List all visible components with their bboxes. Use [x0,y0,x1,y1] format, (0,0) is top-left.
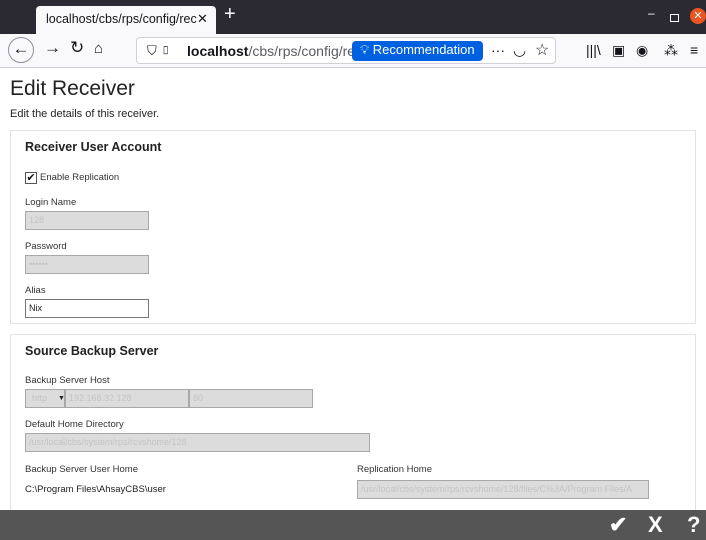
page-title: Edit Receiver [10,77,135,100]
page-info-icon[interactable]: ⛉ ▯ [147,43,171,59]
receiver-account-panel: Receiver User Account ✔ Enable Replicati… [10,130,696,324]
url-bar[interactable]: ⛉ ▯ localhost/cbs/rps/config/rece 💡︎ Rec… [136,37,556,64]
browser-tab-bar: localhost/cbs/rps/config/rec ✕ + – ✕ [0,0,706,34]
replication-home-label: Replication Home [357,464,432,475]
login-name-label: Login Name [25,197,77,208]
home-icon[interactable]: ⌂ [94,40,103,57]
source-server-panel: Source Backup Server Backup Server Host … [10,334,696,514]
cancel-button[interactable]: X [648,512,663,538]
default-home-directory-field: /usr/local/cbs/system/rps/rcvshome/128 [25,433,370,452]
backup-server-user-home-label: Backup Server User Home [25,464,138,475]
receiver-account-heading: Receiver User Account [25,140,162,154]
bookmark-star-icon[interactable]: ☆ [535,40,549,60]
sidebar-icon[interactable]: ▣ [612,42,625,59]
host-field: 192.168.32.128 [65,389,189,408]
minimize-icon[interactable]: – [648,6,655,20]
browser-nav-bar: ← → ↻ ⌂ ⛉ ▯ localhost/cbs/rps/config/rec… [0,34,706,68]
forward-icon[interactable]: → [44,38,61,58]
lightbulb-icon: 💡︎ [360,42,370,57]
backup-server-host-label: Backup Server Host [25,375,110,386]
tab-close-icon[interactable]: ✕ [197,11,208,27]
browser-tab[interactable]: localhost/cbs/rps/config/rec [36,6,216,34]
url-text[interactable]: localhost/cbs/rps/config/rece [187,43,352,59]
enable-replication-label: Enable Replication [40,172,120,183]
menu-icon[interactable]: ≡ [690,42,698,58]
action-bar: ✔ X ? [0,510,706,540]
replication-home-field: /usr/local/cbs/system/rps/rcvshome/128/f… [357,480,649,499]
login-name-field: 128 [25,211,149,230]
chevron-down-icon: ▼ [58,395,65,402]
new-tab-button[interactable]: + [224,3,236,26]
help-button[interactable]: ? [687,512,700,538]
maximize-icon[interactable] [670,14,679,22]
extension-icon[interactable]: ⁂ [664,42,678,59]
alias-label: Alias [25,285,46,296]
tab-title: localhost/cbs/rps/config/rec [46,12,197,26]
enable-replication-checkbox[interactable]: ✔ [25,172,37,184]
window-close-icon[interactable]: ✕ [690,8,706,24]
page-content: Edit Receiver Edit the details of this r… [0,68,706,514]
library-icon[interactable]: |||\ [586,42,601,58]
save-button[interactable]: ✔ [609,512,627,538]
default-home-directory-label: Default Home Directory [25,419,124,430]
alias-input[interactable]: Nix [25,299,149,318]
recommendation-button[interactable]: 💡︎ Recommendation [352,41,483,61]
source-server-heading: Source Backup Server [25,344,159,358]
back-icon[interactable]: ← [8,37,34,63]
backup-server-user-home-value: C:\Program Files\AhsayCBS\user [25,484,166,495]
port-field: 80 [189,389,313,408]
password-label: Password [25,241,67,252]
reload-icon[interactable]: ↻ [70,38,84,58]
page-description: Edit the details of this receiver. [10,108,160,120]
page-actions-more-icon[interactable]: ··· [491,42,505,58]
password-field: •••••• [25,255,149,274]
account-icon[interactable]: ◉ [636,42,648,59]
pocket-icon[interactable]: ◡ [513,41,526,59]
